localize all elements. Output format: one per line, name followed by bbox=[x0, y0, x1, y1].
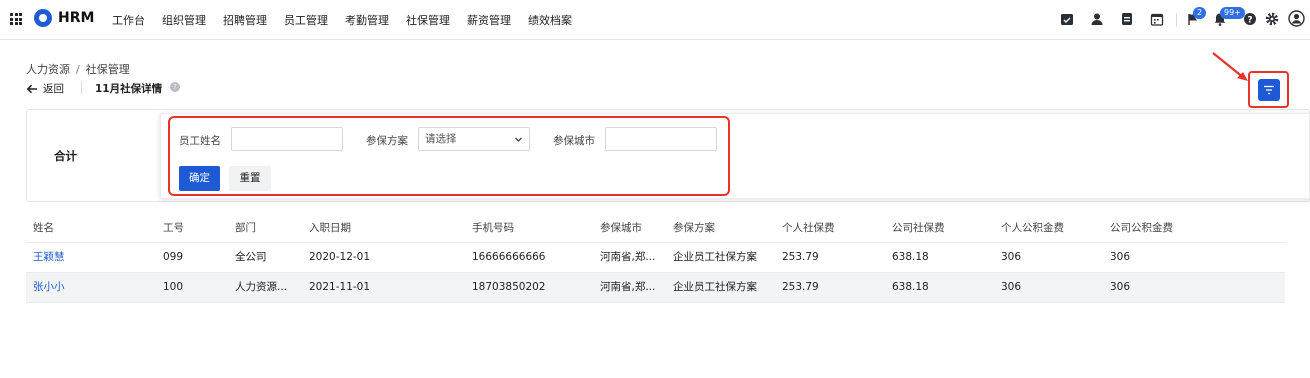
help-icon[interactable]: ? bbox=[1243, 12, 1257, 26]
column-header[interactable]: 手机号码 bbox=[472, 214, 514, 243]
table-cell: 306 bbox=[1001, 251, 1022, 263]
city-label: 参保城市 bbox=[553, 135, 595, 147]
table-cell: 253.79 bbox=[782, 251, 819, 263]
main-nav: 工作台 组织管理 招聘管理 员工管理 考勤管理 社保管理 薪资管理 绩效档案 bbox=[112, 12, 589, 28]
table-cell: 100 bbox=[163, 281, 184, 293]
city-input[interactable] bbox=[605, 127, 717, 151]
nav-item-salary[interactable]: 薪资管理 bbox=[467, 12, 511, 28]
plan-select-placeholder: 请选择 bbox=[425, 133, 457, 145]
gear-icon[interactable] bbox=[1265, 12, 1279, 26]
page-title: 11月社保详情 bbox=[95, 83, 163, 95]
nav-item-org[interactable]: 组织管理 bbox=[162, 12, 206, 28]
column-header[interactable]: 公司公积金费 bbox=[1110, 214, 1173, 243]
nav-item-employee[interactable]: 员工管理 bbox=[284, 12, 328, 28]
calendar-check-icon[interactable] bbox=[1060, 12, 1074, 26]
social-security-table: 姓名 工号 部门 入职日期 手机号码 参保城市 参保方案 个人社保费 公司社保费… bbox=[26, 214, 1285, 303]
breadcrumb: 人力资源 / 社保管理 bbox=[26, 61, 130, 77]
back-label: 返回 bbox=[43, 83, 64, 95]
table-cell: 企业员工社保方案 bbox=[673, 251, 757, 263]
table-cell: 306 bbox=[1001, 281, 1022, 293]
filter-toggle-button[interactable] bbox=[1258, 79, 1280, 101]
toolbar-divider bbox=[1176, 13, 1177, 27]
arrow-left-icon bbox=[26, 84, 37, 93]
user-icon[interactable] bbox=[1090, 12, 1104, 26]
table-cell: 人力资源... bbox=[235, 281, 288, 293]
table-cell: 企业员工社保方案 bbox=[673, 281, 757, 293]
table-row[interactable]: 王颖慧 099 全公司 2020-12-01 16666666666 河南省,郑… bbox=[26, 243, 1285, 273]
table-cell: 253.79 bbox=[782, 281, 819, 293]
breadcrumb-parent[interactable]: 人力资源 bbox=[26, 63, 70, 76]
column-header[interactable]: 参保方案 bbox=[673, 214, 715, 243]
employee-name-link[interactable]: 王颖慧 bbox=[33, 243, 65, 272]
plan-select[interactable]: 请选择 bbox=[418, 127, 530, 151]
column-header[interactable]: 个人社保费 bbox=[782, 214, 835, 243]
document-icon[interactable] bbox=[1120, 12, 1134, 26]
column-header[interactable]: 姓名 bbox=[33, 214, 54, 243]
nav-item-workbench[interactable]: 工作台 bbox=[112, 12, 145, 28]
column-header[interactable]: 公司社保费 bbox=[892, 214, 945, 243]
table-cell: 河南省,郑... bbox=[600, 281, 656, 293]
chevron-down-icon bbox=[515, 137, 522, 142]
employee-name-link[interactable]: 张小小 bbox=[33, 273, 65, 302]
summary-label: 合计 bbox=[54, 149, 77, 163]
top-navigation-bar: HRM 工作台 组织管理 招聘管理 员工管理 考勤管理 社保管理 薪资管理 绩效… bbox=[0, 0, 1310, 40]
column-header[interactable]: 部门 bbox=[235, 214, 256, 243]
brand-name: HRM bbox=[58, 10, 95, 26]
column-header[interactable]: 入职日期 bbox=[309, 214, 351, 243]
account-icon[interactable] bbox=[1288, 10, 1305, 27]
table-cell: 638.18 bbox=[892, 251, 929, 263]
nav-item-recruit[interactable]: 招聘管理 bbox=[223, 12, 267, 28]
table-cell: 18703850202 bbox=[472, 281, 546, 293]
filter-icon bbox=[1264, 85, 1274, 95]
filter-toggle-highlight bbox=[1248, 71, 1289, 108]
bell-badge: 99+ bbox=[1220, 7, 1245, 19]
nav-item-performance[interactable]: 绩效档案 bbox=[528, 12, 572, 28]
table-row[interactable]: 张小小 100 人力资源... 2021-11-01 18703850202 河… bbox=[26, 273, 1285, 303]
nav-item-attendance[interactable]: 考勤管理 bbox=[345, 12, 389, 28]
back-button[interactable]: 返回 bbox=[26, 81, 64, 96]
table-cell: 099 bbox=[163, 251, 184, 263]
confirm-button[interactable]: 确定 bbox=[179, 166, 220, 191]
reset-button[interactable]: 重置 bbox=[229, 166, 271, 191]
header-divider bbox=[81, 81, 82, 94]
column-header[interactable]: 个人公积金费 bbox=[1001, 214, 1064, 243]
table-cell: 河南省,郑... bbox=[600, 251, 656, 263]
column-header[interactable]: 参保城市 bbox=[600, 214, 642, 243]
app-grid-icon[interactable] bbox=[10, 13, 22, 25]
question-icon[interactable]: ? bbox=[170, 82, 180, 92]
employee-name-input[interactable] bbox=[231, 127, 343, 151]
table-cell: 全公司 bbox=[235, 251, 267, 263]
table-cell: 306 bbox=[1110, 281, 1131, 293]
flag-badge: 2 bbox=[1193, 7, 1207, 19]
svg-text:?: ? bbox=[1247, 15, 1252, 25]
calendar-icon[interactable] bbox=[1150, 12, 1164, 26]
brand-logo-icon bbox=[34, 9, 52, 27]
table-cell: 2021-11-01 bbox=[309, 281, 371, 293]
nav-item-social-security[interactable]: 社保管理 bbox=[406, 12, 450, 28]
table-cell: 306 bbox=[1110, 251, 1131, 263]
breadcrumb-separator: / bbox=[76, 63, 80, 76]
table-cell: 638.18 bbox=[892, 281, 929, 293]
table-cell: 16666666666 bbox=[472, 251, 546, 263]
table-cell: 2020-12-01 bbox=[309, 251, 371, 263]
table-header-row: 姓名 工号 部门 入职日期 手机号码 参保城市 参保方案 个人社保费 公司社保费… bbox=[26, 214, 1285, 243]
column-header[interactable]: 工号 bbox=[163, 214, 184, 243]
breadcrumb-current: 社保管理 bbox=[85, 63, 130, 76]
employee-name-label: 员工姓名 bbox=[179, 135, 221, 147]
plan-label: 参保方案 bbox=[366, 135, 408, 147]
